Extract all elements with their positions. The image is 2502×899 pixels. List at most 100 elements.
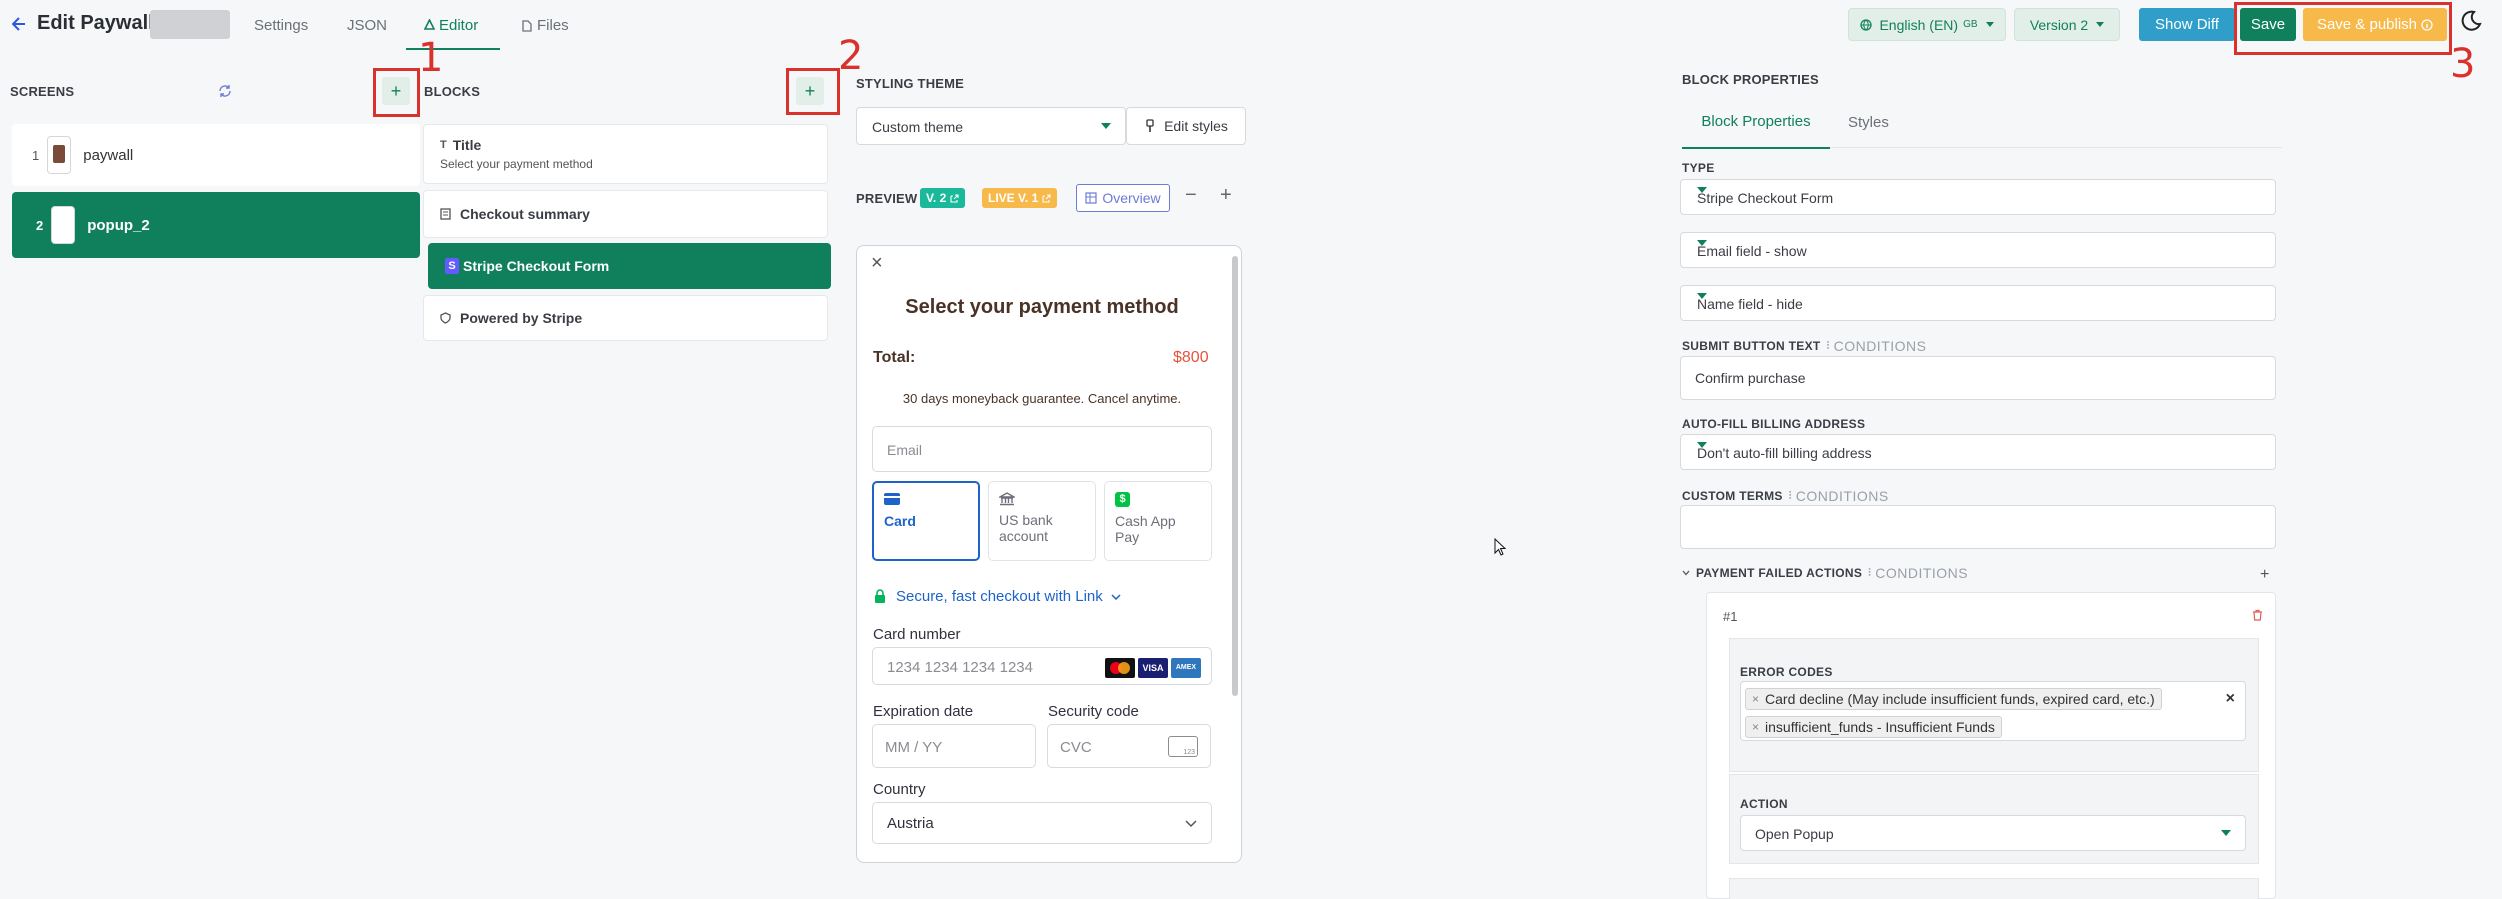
error-codes-label: ERROR CODES	[1740, 665, 1833, 679]
submit-button-text-value: Confirm purchase	[1695, 370, 1806, 386]
chip-remove-icon[interactable]: ×	[1752, 692, 1759, 706]
preview-frame: × Select your payment method Total: $800…	[856, 245, 1242, 863]
custom-terms-input[interactable]	[1680, 505, 2276, 549]
email-field-select[interactable]: Email field - show	[1680, 232, 2276, 268]
chevron-down-icon	[1185, 820, 1197, 828]
payment-method-card[interactable]: Card	[872, 481, 980, 561]
overview-button[interactable]: Overview	[1076, 184, 1170, 212]
page-title: Edit Paywall:	[37, 12, 161, 34]
chevron-down-icon	[1101, 123, 1111, 129]
preview-scrollbar[interactable]	[1232, 256, 1238, 696]
tab-files-label: Files	[537, 17, 569, 34]
close-icon[interactable]: ×	[871, 252, 883, 275]
error-code-chip[interactable]: × Card decline (May include insufficient…	[1745, 688, 2162, 710]
live-version-badge[interactable]: LIVE V. 1	[982, 188, 1058, 208]
zoom-out-button[interactable]: −	[1185, 184, 1197, 207]
annotation-box-3	[2234, 2, 2452, 55]
block-item-title[interactable]: T Title Select your payment method	[423, 124, 828, 184]
submit-button-text-input[interactable]: Confirm purchase	[1680, 356, 2276, 400]
editor-icon	[424, 19, 435, 30]
autofill-select[interactable]: Don't auto-fill billing address	[1680, 434, 2276, 470]
tab-files[interactable]: Files	[522, 17, 569, 34]
amex-icon: AMEX	[1171, 658, 1201, 678]
conditions-icon: ⫶	[1868, 566, 1872, 579]
custom-terms-label: CUSTOM TERMS ⫶ CONDITIONS	[1682, 488, 1889, 504]
payment-method-bank[interactable]: US bank account	[988, 481, 1096, 561]
type-label: TYPE	[1682, 161, 1715, 175]
submit-label-text: SUBMIT BUTTON TEXT	[1682, 339, 1821, 353]
screen-item-paywall[interactable]: 1 paywall	[12, 124, 420, 186]
chevron-down-icon	[2096, 22, 2105, 27]
error-code-chip[interactable]: × insufficient_funds - Insufficient Fund…	[1745, 716, 2002, 738]
type-select[interactable]: Stripe Checkout Form	[1680, 179, 2276, 215]
show-diff-button[interactable]: Show Diff	[2139, 8, 2235, 41]
preview-heading: PREVIEW	[856, 191, 918, 206]
zoom-in-button[interactable]: +	[1220, 184, 1232, 207]
version-select[interactable]: Version 2	[2014, 8, 2120, 41]
theme-select[interactable]: Custom theme	[856, 107, 1126, 145]
chevron-down-icon	[1697, 442, 1707, 448]
payment-method-cash-app[interactable]: $ Cash App Pay	[1104, 481, 1212, 561]
conditions-icon: ⫶	[1826, 339, 1830, 352]
receipt-icon	[440, 208, 451, 220]
action-value: Open Popup	[1755, 826, 1834, 842]
card-number-field[interactable]: 1234 1234 1234 1234 VISA AMEX	[872, 647, 1212, 685]
total-label: Total:	[873, 349, 916, 366]
edit-styles-button[interactable]: Edit styles	[1126, 107, 1246, 145]
block-item-stripe-checkout-form[interactable]: S Stripe Checkout Form	[428, 243, 831, 289]
conditions-link[interactable]: CONDITIONS	[1875, 565, 1968, 581]
moon-icon[interactable]	[2460, 10, 2482, 32]
clear-all-icon[interactable]: ×	[2226, 690, 2235, 708]
screen-name: popup_2	[87, 216, 150, 234]
chevron-down-icon	[1697, 240, 1707, 246]
card-icon	[884, 493, 900, 505]
name-field-select[interactable]: Name field - hide	[1680, 285, 2276, 321]
live-badge-label: LIVE V. 1	[988, 191, 1039, 205]
conditions-link[interactable]: CONDITIONS	[1796, 488, 1889, 504]
version-badge[interactable]: V. 2	[920, 188, 966, 208]
block-title: Powered by Stripe	[460, 310, 583, 326]
tab-editor-label: Editor	[439, 17, 479, 34]
country-select[interactable]: Austria	[872, 802, 1212, 844]
action-select[interactable]: Open Popup	[1740, 815, 2246, 851]
email-field[interactable]: Email	[872, 426, 1212, 472]
cvc-card-icon: 123	[1168, 736, 1198, 757]
block-item-powered-by-stripe[interactable]: Powered by Stripe	[423, 295, 828, 341]
blocks-heading: BLOCKS	[424, 84, 481, 99]
expiration-field[interactable]: MM / YY	[872, 724, 1036, 768]
tab-block-properties[interactable]: Block Properties	[1682, 104, 1830, 149]
card-number-placeholder: 1234 1234 1234 1234	[887, 659, 1033, 676]
security-code-field[interactable]: CVC 123	[1047, 724, 1211, 768]
block-title: Stripe Checkout Form	[463, 258, 610, 274]
payment-method-label: Cash App Pay	[1115, 513, 1176, 545]
tab-styles[interactable]: Styles	[1848, 114, 1889, 131]
sync-icon[interactable]	[218, 84, 232, 98]
action-section: ACTION Open Popup	[1729, 774, 2259, 864]
add-action-button[interactable]: +	[2260, 566, 2269, 584]
guarantee-text: 30 days moneyback guarantee. Cancel anyt…	[902, 391, 1182, 406]
language-select[interactable]: English (EN) GB	[1848, 8, 2006, 41]
custom-terms-text: CUSTOM TERMS	[1682, 489, 1783, 503]
external-link-icon	[1042, 193, 1051, 203]
external-link-icon	[950, 193, 959, 203]
expiration-placeholder: MM / YY	[885, 739, 943, 756]
chevron-down-icon	[1682, 570, 1690, 576]
theme-value: Custom theme	[872, 119, 964, 135]
annotation-box-2	[786, 68, 840, 115]
next-section	[1729, 878, 2259, 899]
error-codes-multiselect[interactable]: × Card decline (May include insufficient…	[1740, 681, 2246, 741]
trash-icon[interactable]	[2252, 609, 2263, 621]
tab-json[interactable]: JSON	[347, 17, 387, 34]
conditions-link[interactable]: CONDITIONS	[1834, 338, 1927, 354]
chip-remove-icon[interactable]: ×	[1752, 720, 1759, 734]
block-item-checkout-summary[interactable]: Checkout summary	[423, 190, 828, 238]
payment-failed-actions-label[interactable]: PAYMENT FAILED ACTIONS ⫶ CONDITIONS	[1682, 565, 1968, 581]
screen-item-popup-2[interactable]: 2 popup_2	[12, 192, 420, 258]
tab-settings[interactable]: Settings	[254, 17, 308, 34]
version-label: Version 2	[2029, 16, 2089, 33]
link-checkout-toggle[interactable]: Secure, fast checkout with Link	[874, 588, 1121, 605]
arrow-left-icon[interactable]	[12, 16, 26, 32]
autofill-value: Don't auto-fill billing address	[1697, 445, 1872, 461]
visa-icon: VISA	[1138, 658, 1168, 678]
cash-app-icon: $	[1115, 492, 1130, 507]
